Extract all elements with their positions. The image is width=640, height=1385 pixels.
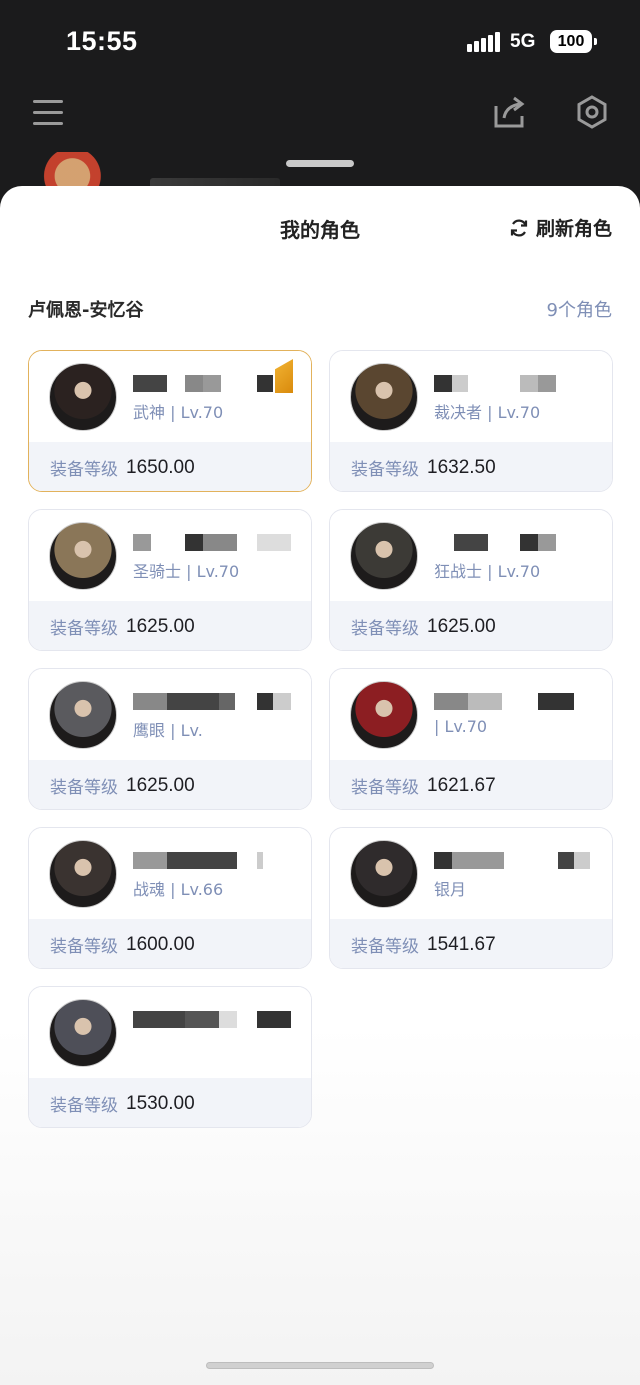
character-count: 9个角色 [546,300,612,321]
gear-score-value: 1625.00 [427,615,496,637]
gear-score-label: 装备等级 [50,619,118,639]
gear-score-value: 1625.00 [126,774,195,796]
status-time: 15:55 [66,26,138,56]
network-type: 5G [510,31,536,52]
character-class-level: 银月 [434,880,467,899]
server-name: 卢佩恩-安忆谷 [28,300,144,321]
character-card[interactable]: 银月装备等级 1541.67 [329,827,613,969]
selected-badge-icon [275,359,293,393]
gear-score-row: 装备等级 1625.00 [29,601,311,650]
character-card-top: | Lv.70 [330,669,612,760]
character-name-redacted [434,693,594,711]
gear-score-label: 装备等级 [351,619,419,639]
gear-score-row: 装备等级 1621.67 [330,760,612,809]
sheet-header: 我的角色 刷新角色 [0,186,640,270]
top-nav [0,84,640,144]
character-avatar [350,840,418,908]
gear-score-row: 装备等级 1632.50 [330,442,612,491]
character-class-level: 武神 | Lv.70 [133,403,224,422]
sheet-grabber[interactable] [286,160,354,167]
character-card[interactable]: 装备等级 1530.00 [28,986,312,1128]
character-name-redacted [133,1011,293,1029]
character-card-top [29,987,311,1078]
gear-score-label: 装备等级 [351,778,419,798]
character-name-redacted [133,375,293,393]
character-sheet: 我的角色 刷新角色 卢佩恩-安忆谷 9个角色 武神 | Lv.70 装备等级 165… [0,186,640,1385]
share-icon[interactable] [492,94,528,130]
character-class-level: 狂战士 | Lv.70 [434,562,541,581]
character-avatar [49,999,117,1067]
character-avatar [350,363,418,431]
character-card-top: 银月 [330,828,612,919]
gear-score-label: 装备等级 [50,1096,118,1116]
character-card[interactable]: 圣骑士 | Lv.70 装备等级 1625.00 [28,509,312,651]
character-card-top: 裁决者 | Lv.70 [330,351,612,442]
gear-score-value: 1650.00 [126,456,195,478]
battery-icon: 100 [550,30,597,53]
gear-score-value: 1541.67 [427,933,496,955]
character-card-top: 鹰眼 | Lv. [29,669,311,760]
gear-score-label: 装备等级 [50,778,118,798]
gear-score-label: 装备等级 [50,460,118,480]
gear-score-value: 1621.67 [427,774,496,796]
gear-score-row: 装备等级 1541.67 [330,919,612,968]
hexagon-settings-icon[interactable] [574,94,610,130]
character-avatar [350,681,418,749]
gear-score-value: 1600.00 [126,933,195,955]
menu-icon[interactable] [30,98,66,128]
gear-score-row: 装备等级 1530.00 [29,1078,311,1127]
character-class-level: 裁决者 | Lv.70 [434,403,541,422]
character-avatar [49,681,117,749]
gear-score-row: 装备等级 1650.00 [29,442,311,491]
character-name-redacted [133,852,293,870]
character-name-redacted [434,375,594,393]
gear-score-row: 装备等级 1625.00 [330,601,612,650]
character-card[interactable]: 鹰眼 | Lv. 装备等级 1625.00 [28,668,312,810]
gear-score-label: 装备等级 [351,937,419,957]
character-card[interactable]: 武神 | Lv.70 装备等级 1650.00 [28,350,312,492]
gear-score-value: 1632.50 [427,456,496,478]
gear-score-label: 装备等级 [50,937,118,957]
character-name-redacted [434,534,594,552]
gear-score-label: 装备等级 [351,460,419,480]
server-row: 卢佩恩-安忆谷 9个角色 [28,294,612,324]
character-avatar [49,363,117,431]
character-class-level: | Lv.70 [434,717,488,736]
character-avatar [49,522,117,590]
signal-icon [467,32,501,52]
character-name-redacted [133,693,293,711]
gear-score-row: 装备等级 1600.00 [29,919,311,968]
character-card[interactable]: 裁决者 | Lv.70 装备等级 1632.50 [329,350,613,492]
gear-score-row: 装备等级 1625.00 [29,760,311,809]
character-card-top: 圣骑士 | Lv.70 [29,510,311,601]
character-card[interactable]: 狂战士 | Lv.70 装备等级 1625.00 [329,509,613,651]
character-card[interactable]: | Lv.70 装备等级 1621.67 [329,668,613,810]
gear-score-value: 1530.00 [126,1092,195,1114]
refresh-button[interactable]: 刷新角色 [509,214,612,241]
character-card-top: 狂战士 | Lv.70 [330,510,612,601]
character-name-redacted [434,852,594,870]
character-avatar [350,522,418,590]
character-card-top: 战魂 | Lv.66 [29,828,311,919]
status-bar: 15:55 5G 100 [0,0,640,84]
refresh-icon [510,219,528,236]
refresh-label: 刷新角色 [535,218,612,240]
character-class-level: 鹰眼 | Lv. [133,721,203,740]
character-class-level: 战魂 | Lv.66 [133,880,224,899]
gear-score-value: 1625.00 [126,615,195,637]
home-indicator[interactable] [206,1362,434,1369]
character-class-level: 圣骑士 | Lv.70 [133,562,240,581]
character-card[interactable]: 战魂 | Lv.66 装备等级 1600.00 [28,827,312,969]
character-card-top: 武神 | Lv.70 [29,351,311,442]
character-name-redacted [133,534,293,552]
character-avatar [49,840,117,908]
